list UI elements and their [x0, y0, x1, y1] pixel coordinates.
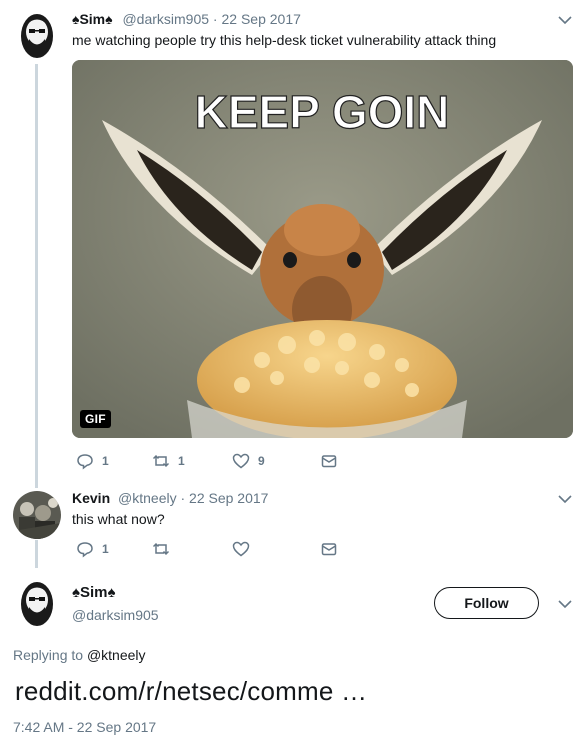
reply-count: 1	[102, 542, 109, 556]
retweet-button[interactable]	[152, 540, 232, 558]
tweet-header: Kevin @ktneely · 22 Sep 2017	[72, 489, 268, 507]
tweet-date[interactable]: 22 Sep 2017	[189, 490, 268, 506]
follow-button[interactable]: Follow	[434, 587, 539, 619]
display-name[interactable]: ♠Sim♠	[72, 11, 113, 27]
tweet-actions: 1	[76, 540, 338, 558]
tweet-text: this what now?	[72, 511, 165, 527]
reply-button[interactable]: 1	[76, 452, 152, 470]
heart-icon	[232, 453, 250, 469]
envelope-icon	[321, 543, 337, 556]
tweet-date[interactable]: 22 Sep 2017	[221, 11, 300, 27]
replying-prefix: Replying to	[13, 647, 84, 663]
like-count: 9	[258, 454, 265, 468]
avatar[interactable]	[13, 491, 61, 539]
avatar[interactable]	[19, 12, 55, 60]
tweet-link[interactable]: reddit.com/r/netsec/comme …	[15, 676, 367, 707]
chevron-down-icon[interactable]	[557, 12, 573, 28]
tweet-text: me watching people try this help-desk ti…	[72, 32, 497, 48]
gif-caption: KEEP GOIN	[195, 86, 450, 138]
like-button[interactable]	[232, 540, 320, 558]
retweet-icon	[152, 454, 170, 468]
tweet-actions: 1 1 9	[76, 452, 338, 470]
tweet-timestamp[interactable]: 7:42 AM - 22 Sep 2017	[13, 719, 156, 735]
retweet-icon	[152, 542, 170, 556]
gif-badge: GIF	[80, 410, 111, 428]
replying-to: Replying to @ktneely	[13, 647, 146, 663]
user-handle[interactable]: @darksim905	[72, 606, 159, 624]
reply-icon	[77, 454, 93, 470]
display-name[interactable]: Kevin	[72, 490, 110, 506]
tweet-header: ♠Sim♠ @darksim905 · 22 Sep 2017	[72, 10, 301, 28]
heart-icon	[232, 541, 250, 557]
user-handle[interactable]: @darksim905	[122, 11, 209, 27]
retweet-count: 1	[178, 454, 185, 468]
separator-dot: ·	[180, 490, 190, 506]
thread-connector-line	[35, 64, 38, 488]
gif-media[interactable]: KEEP GOIN	[72, 60, 573, 438]
retweet-button[interactable]: 1	[152, 452, 232, 470]
chevron-down-icon[interactable]	[557, 596, 573, 612]
direct-message-button[interactable]	[320, 540, 338, 558]
reply-count: 1	[102, 454, 109, 468]
avatar[interactable]	[19, 580, 55, 628]
display-name[interactable]: ♠Sim♠	[72, 584, 115, 602]
thread-connector-line	[35, 540, 38, 568]
replying-handle-link[interactable]: @ktneely	[87, 647, 146, 663]
reply-button[interactable]: 1	[76, 540, 152, 558]
direct-message-button[interactable]	[320, 452, 338, 470]
chevron-down-icon[interactable]	[557, 491, 573, 507]
like-button[interactable]: 9	[232, 452, 320, 470]
envelope-icon	[321, 455, 337, 468]
user-handle[interactable]: @ktneely	[118, 490, 177, 506]
reply-icon	[77, 542, 93, 558]
